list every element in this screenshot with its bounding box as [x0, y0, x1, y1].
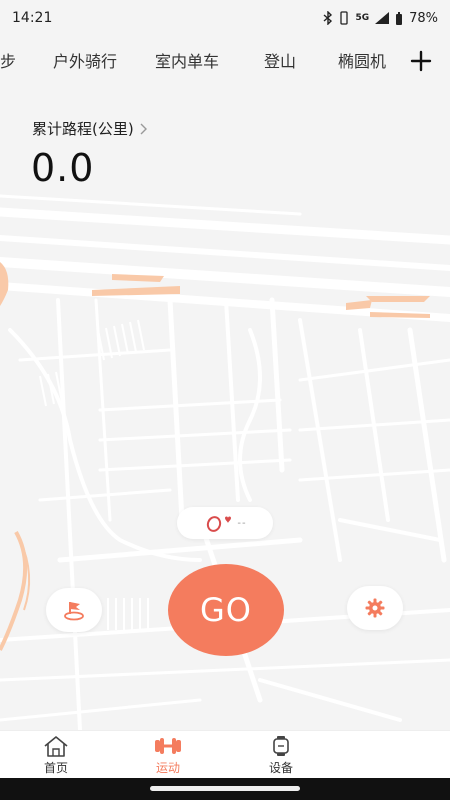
- tab-running[interactable]: 跑步: [0, 48, 16, 72]
- total-distance-link[interactable]: 累计路程(公里): [32, 118, 148, 139]
- system-gesture-bar[interactable]: [0, 778, 450, 800]
- tab-indoor-cycling[interactable]: 室内单车: [155, 48, 219, 72]
- vibrate-icon: [340, 11, 349, 25]
- total-distance-value: 0.0: [31, 146, 95, 190]
- nav-item-label: 首页: [43, 761, 68, 775]
- gear-icon: [365, 598, 385, 618]
- battery-level: 78%: [409, 10, 438, 26]
- plus-icon: [410, 50, 432, 72]
- status-time: 14:21: [12, 10, 53, 26]
- tab-climbing[interactable]: 登山: [264, 48, 296, 72]
- go-button-label: GO: [200, 591, 252, 629]
- nav-item-label: 设备: [268, 761, 293, 775]
- tab-outdoor-cycling[interactable]: 户外骑行: [53, 48, 117, 72]
- bottom-nav: 首页 运动 设备: [0, 730, 450, 778]
- status-icons: 5G 78%: [323, 11, 438, 26]
- add-sport-button[interactable]: [406, 46, 436, 76]
- device-status-value: --: [237, 517, 247, 529]
- nav-item-home[interactable]: 首页: [26, 735, 86, 776]
- tab-elliptical[interactable]: 椭圆机: [338, 48, 386, 72]
- total-distance-label: 累计路程(公里): [32, 120, 134, 138]
- home-indicator-handle[interactable]: [150, 786, 300, 791]
- settings-button[interactable]: [347, 586, 403, 630]
- network-type: 5G: [355, 13, 370, 23]
- route-button[interactable]: [46, 588, 102, 632]
- signal-icon: [375, 12, 390, 24]
- dumbbell-icon: [155, 738, 181, 754]
- nav-item-label: 运动: [155, 761, 180, 775]
- nav-item-sport[interactable]: 运动: [138, 735, 198, 776]
- watch-icon: [273, 736, 289, 756]
- nav-item-device[interactable]: 设备: [251, 735, 311, 776]
- device-status-pill[interactable]: --: [177, 507, 273, 539]
- chevron-right-icon: [140, 123, 147, 134]
- sport-type-tabs: 跑步 户外骑行 室内单车 登山 椭圆机: [0, 40, 450, 80]
- go-button[interactable]: GO: [168, 564, 284, 656]
- bluetooth-icon: [323, 11, 333, 25]
- band-heart-icon: [207, 516, 232, 532]
- route-flag-icon: [64, 602, 84, 621]
- battery-icon: [396, 11, 403, 25]
- status-bar: 14:21 5G 78%: [0, 0, 450, 36]
- home-icon: [44, 736, 68, 757]
